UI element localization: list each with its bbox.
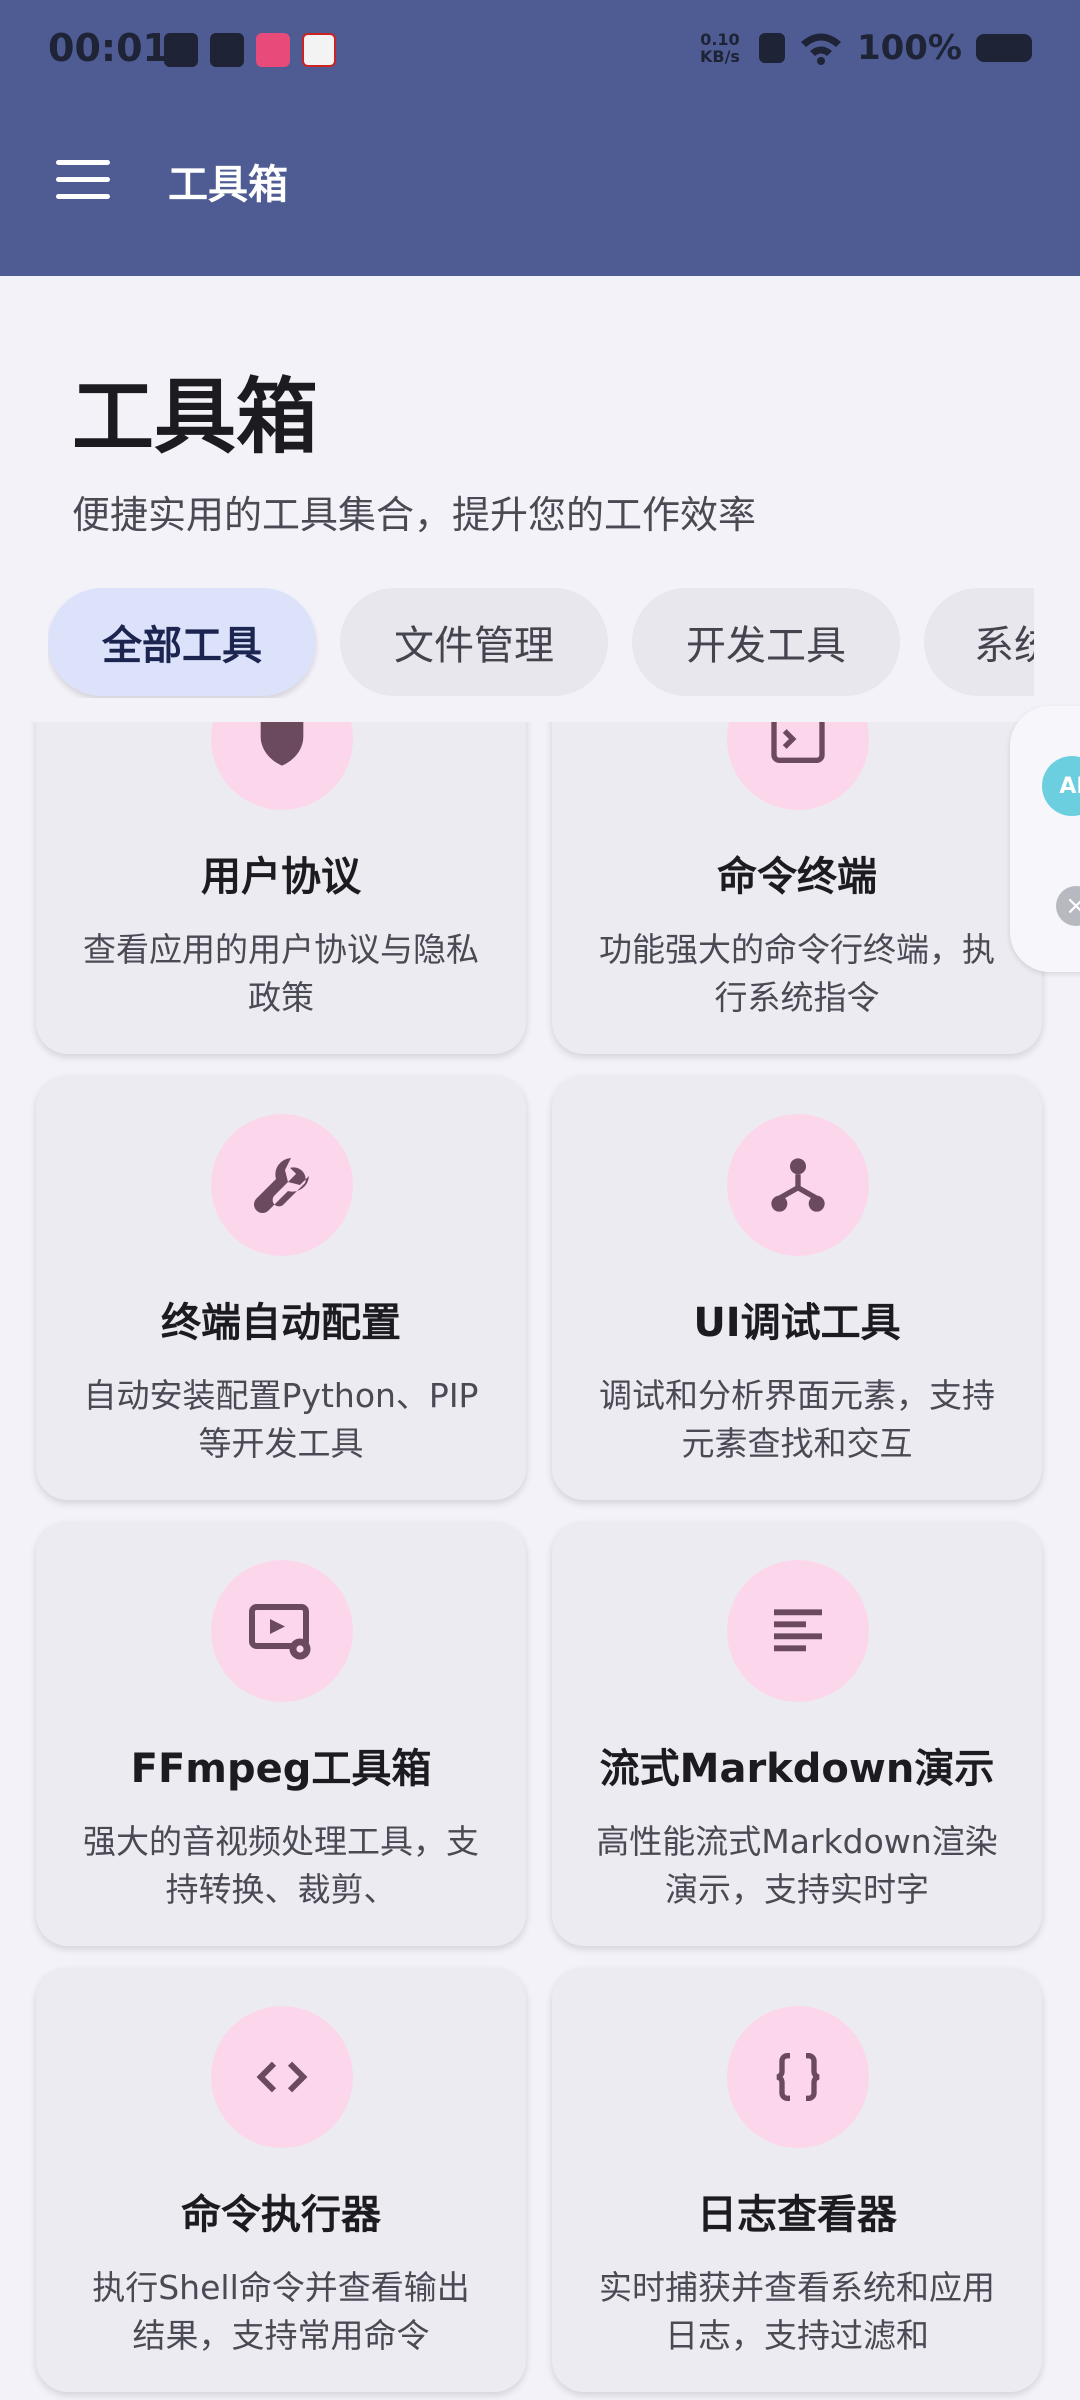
clipboard-notification-icon [164,33,198,67]
battery-percent: 100% [856,28,962,68]
tool-description: 调试和分析界面元素，支持元素查找和交互 [599,1376,995,1463]
tool-description: 自动安装配置Python、PIP等开发工具 [83,1376,479,1463]
app-bar-title: 工具箱 [168,162,288,208]
tool-description: 实时捕获并查看系统和应用日志，支持过滤和 [599,2268,995,2355]
braces-icon [727,2006,869,2148]
code-icon [211,2006,353,2148]
bilibili-notification-icon [256,33,290,67]
tool-title: 命令终端 [717,854,877,900]
tool-title: 终端自动配置 [161,1300,401,1346]
category-chips: 全部工具 文件管理 开发工具 系统 [48,588,1034,698]
status-bar: 00:01 0.10 KB/s 100% [0,0,1080,100]
wrench-icon [211,1114,353,1256]
close-icon[interactable]: × [1056,886,1080,926]
tool-card-terminal[interactable]: 命令终端 功能强大的命令行终端，执行系统指令 [552,722,1042,1054]
wifi-icon [800,33,841,65]
video-settings-icon [211,1560,353,1702]
tool-description: 功能强大的命令行终端，执行系统指令 [599,930,995,1017]
text-lines-icon [727,1560,869,1702]
shield-icon [211,722,353,810]
nfc-icon [758,33,785,63]
tool-card-terminal-autoconfig[interactable]: 终端自动配置 自动安装配置Python、PIP等开发工具 [36,1076,526,1500]
page-subtitle: 便捷实用的工具集合，提升您的工作效率 [72,493,757,537]
tool-card-command-runner[interactable]: 命令执行器 执行Shell命令并查看输出结果，支持常用命令 [36,1968,526,2392]
tool-title: 日志查看器 [697,2192,897,2238]
terminal-icon [727,722,869,810]
floating-assistant-widget[interactable]: AI × [1010,706,1080,972]
tool-description: 执行Shell命令并查看输出结果，支持常用命令 [92,2268,470,2355]
tool-title: 流式Markdown演示 [599,1746,995,1792]
tool-card-markdown-demo[interactable]: 流式Markdown演示 高性能流式Markdown渲染演示，支持实时字 [552,1522,1042,1946]
tool-grid: 用户协议 查看应用的用户协议与隐私政策 命令终端 功能强大的命令行终端，执行系统… [0,722,1080,2400]
kfc-notification-icon [302,33,336,67]
chip-file-management[interactable]: 文件管理 [340,588,608,696]
net-speed: 0.10 KB/s [699,30,740,66]
ai-assistant-icon[interactable]: AI [1042,756,1080,816]
tool-card-ffmpeg[interactable]: FFmpeg工具箱 强大的音视频处理工具，支持转换、裁剪、 [36,1522,526,1946]
tool-description: 查看应用的用户协议与隐私政策 [83,930,479,1017]
tool-description: 强大的音视频处理工具，支持转换、裁剪、 [83,1822,479,1909]
app-bar: 00:01 0.10 KB/s 100% 工具箱 [0,0,1080,276]
tool-card-user-agreement[interactable]: 用户协议 查看应用的用户协议与隐私政策 [36,722,526,1054]
tool-description: 高性能流式Markdown渲染演示，支持实时字 [596,1822,998,1909]
tool-title: FFmpeg工具箱 [130,1746,432,1792]
hierarchy-icon [727,1114,869,1256]
tool-card-log-viewer[interactable]: 日志查看器 实时捕获并查看系统和应用日志，支持过滤和 [552,1968,1042,2392]
battery-icon [976,34,1032,62]
page-title: 工具箱 [72,370,319,465]
notification-icons [164,33,336,67]
tool-card-ui-debugger[interactable]: UI调试工具 调试和分析界面元素，支持元素查找和交互 [552,1076,1042,1500]
tool-title: 用户协议 [201,854,361,900]
status-time: 00:01 [48,26,169,70]
telegram-notification-icon [210,33,244,67]
tool-title: UI调试工具 [693,1300,901,1346]
tool-title: 命令执行器 [181,2192,381,2238]
chip-dev-tools[interactable]: 开发工具 [632,588,900,696]
menu-icon[interactable] [56,160,110,200]
chip-system[interactable]: 系统 [924,588,1034,696]
chip-all-tools[interactable]: 全部工具 [48,588,316,696]
